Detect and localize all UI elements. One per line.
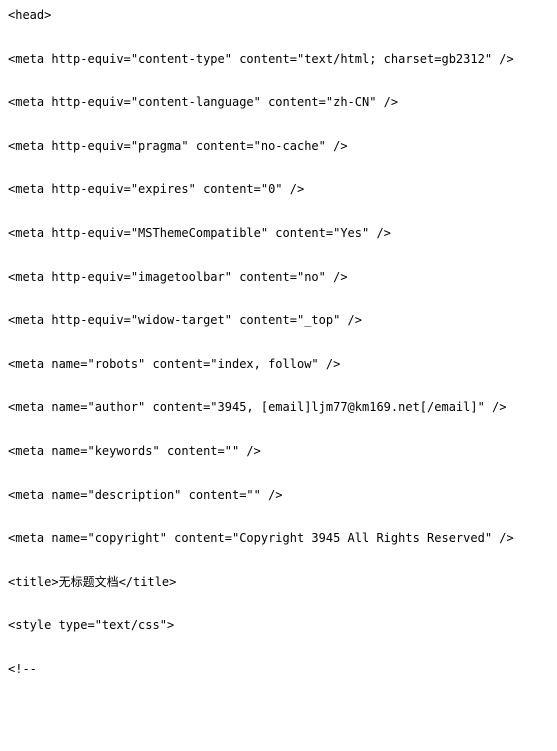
code-line: <meta http-equiv="MSThemeCompatible" con… xyxy=(8,226,549,242)
code-line: <!-- xyxy=(8,662,549,678)
code-line: <title>无标题文档</title> xyxy=(8,575,549,591)
code-line: <meta http-equiv="expires" content="0" /… xyxy=(8,182,549,198)
code-line: <meta http-equiv="imagetoolbar" content=… xyxy=(8,270,549,286)
code-line: <meta name="author" content="3945, [emai… xyxy=(8,400,549,416)
code-line: <meta http-equiv="widow-target" content=… xyxy=(8,313,549,329)
code-line: <meta http-equiv="content-language" cont… xyxy=(8,95,549,111)
code-line: <style type="text/css"> xyxy=(8,618,549,634)
code-line: <meta http-equiv="pragma" content="no-ca… xyxy=(8,139,549,155)
code-line: <head> xyxy=(8,8,549,24)
code-line: <meta http-equiv="content-type" content=… xyxy=(8,52,549,68)
code-line: <meta name="copyright" content="Copyrigh… xyxy=(8,531,549,547)
code-line: <meta name="description" content="" /> xyxy=(8,488,549,504)
code-line: <meta name="robots" content="index, foll… xyxy=(8,357,549,373)
code-line: <meta name="keywords" content="" /> xyxy=(8,444,549,460)
